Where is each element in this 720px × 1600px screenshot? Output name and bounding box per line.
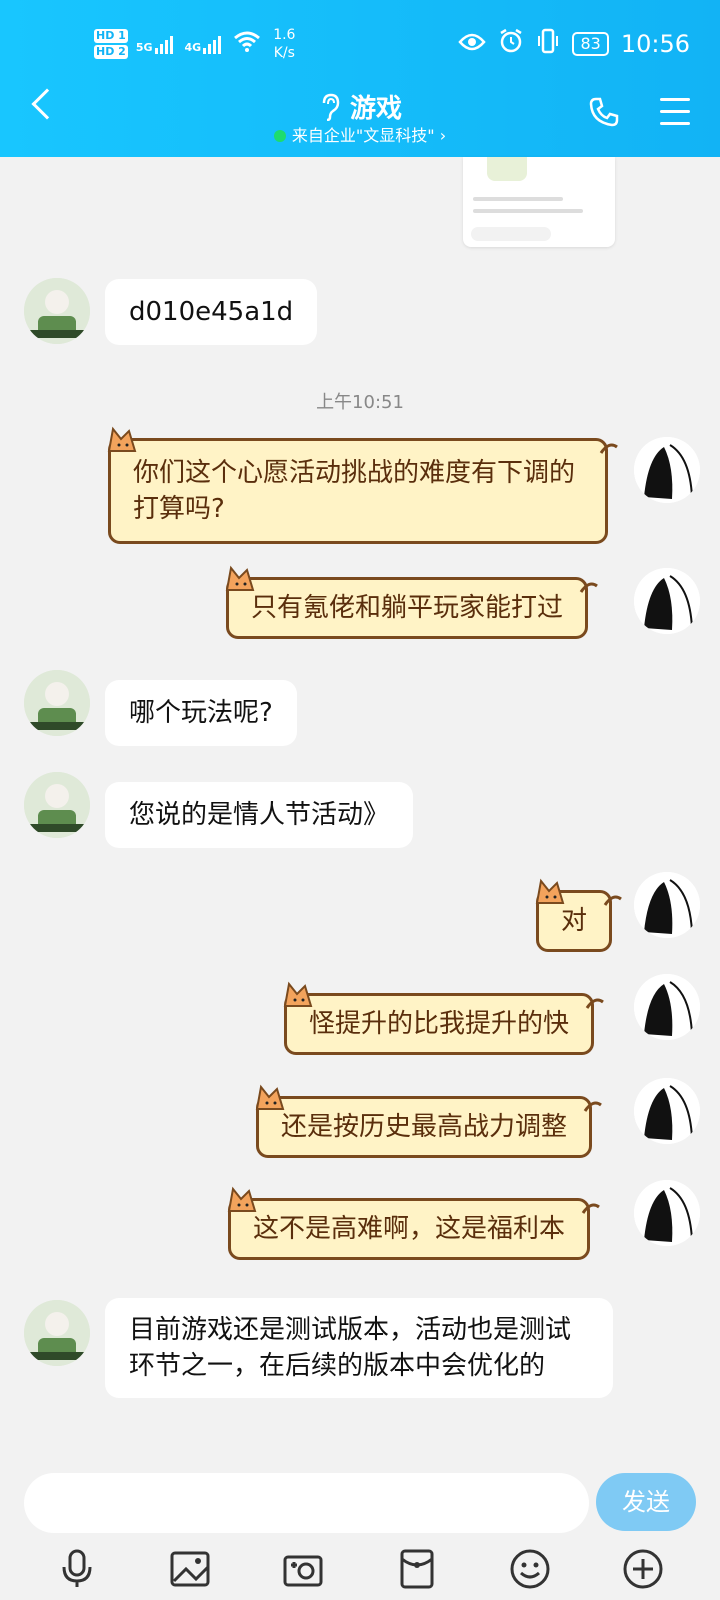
message-text: 这不是高难啊，这是福利本 <box>253 1214 566 1244</box>
status-bar: HD 1 HD 2 5G 4G 1.6 K/s 83 10:56 <box>0 20 720 70</box>
hd2-badge: HD 2 <box>94 45 128 59</box>
chat-title-text: 游戏 <box>349 94 402 124</box>
plus-icon[interactable] <box>621 1547 665 1591</box>
battery-indicator: 83 <box>572 32 609 56</box>
avatar[interactable] <box>634 1078 700 1144</box>
message-bubble[interactable]: 只有氪佬和躺平玩家能打过 <box>225 565 598 639</box>
network-speed: 1.6 K/s <box>273 27 296 61</box>
cat-tail-icon <box>583 1101 602 1112</box>
message-bubble[interactable]: 哪个玩法呢? <box>105 680 297 746</box>
cat-ears-icon <box>535 878 565 904</box>
chat-title: 游戏 <box>318 88 402 125</box>
chat-header: HD 1 HD 2 5G 4G 1.6 K/s 83 10:56 游戏 来自企业… <box>0 0 720 157</box>
hd-indicators: HD 1 HD 2 <box>94 29 128 59</box>
eye-icon <box>458 30 487 58</box>
subtitle-text: 来自企业"文显科技" › <box>291 126 447 145</box>
avatar[interactable] <box>634 1180 700 1246</box>
message-bubble[interactable]: 目前游戏还是测试版本，活动也是测试环节之一，在后续的版本中会优化的 <box>105 1298 613 1398</box>
clock: 10:56 <box>620 30 690 58</box>
avatar[interactable] <box>24 670 90 736</box>
shared-image-thumbnail[interactable] <box>463 157 615 247</box>
online-dot <box>273 130 286 142</box>
message-bubble[interactable]: 你们这个心愿活动挑战的难度有下调的打算吗? <box>107 426 618 544</box>
message-text: 还是按历史最高战力调整 <box>281 1112 568 1142</box>
message-text: 您说的是情人节活动》 <box>129 800 390 830</box>
message-bubble[interactable]: 还是按历史最高战力调整 <box>255 1084 602 1158</box>
avatar[interactable] <box>24 772 90 838</box>
phone-call-icon[interactable] <box>588 96 620 132</box>
signal-5g-icon: 5G <box>136 34 177 54</box>
avatar[interactable] <box>634 568 700 634</box>
avatar[interactable] <box>634 974 700 1040</box>
menu-icon[interactable] <box>660 98 690 134</box>
cat-ears-icon <box>255 1084 285 1110</box>
message-text: 怪提升的比我提升的快 <box>309 1009 570 1039</box>
avatar[interactable] <box>634 872 700 938</box>
cat-ears-icon <box>107 426 137 452</box>
message-text: 你们这个心愿活动挑战的难度有下调的打算吗? <box>133 458 576 524</box>
image-icon[interactable] <box>168 1547 212 1591</box>
message-bubble[interactable]: 您说的是情人节活动》 <box>105 782 414 848</box>
thumbnail-art <box>487 157 527 181</box>
message-text: 对 <box>561 906 588 936</box>
cat-tail-icon <box>585 998 604 1009</box>
cat-ears-icon <box>225 565 255 591</box>
ear-icon <box>322 93 340 121</box>
vibrate-icon <box>536 28 560 60</box>
message-text: 目前游戏还是测试版本，活动也是测试环节之一，在后续的版本中会优化的 <box>129 1315 572 1381</box>
wifi-icon <box>233 30 261 58</box>
red-packet-icon[interactable] <box>395 1547 439 1591</box>
hd1-badge: HD 1 <box>94 29 128 43</box>
message-text: d010e45a1d <box>129 297 294 327</box>
input-bar: 发送 <box>0 1457 720 1600</box>
emoji-icon[interactable] <box>508 1547 552 1591</box>
timestamp: 上午10:51 <box>316 392 404 413</box>
message-text: 哪个玩法呢? <box>129 698 273 728</box>
input-toolbar <box>0 1547 720 1591</box>
cat-tail-icon <box>581 1203 600 1214</box>
cat-tail-icon <box>599 443 618 454</box>
cat-tail-icon <box>603 895 622 906</box>
camera-icon[interactable] <box>281 1547 325 1591</box>
avatar[interactable] <box>24 1300 90 1366</box>
avatar[interactable] <box>634 437 700 503</box>
cat-ears-icon <box>283 981 313 1007</box>
message-bubble[interactable]: 怪提升的比我提升的快 <box>283 981 604 1055</box>
cat-tail-icon <box>579 582 598 593</box>
microphone-icon[interactable] <box>55 1547 99 1591</box>
avatar[interactable] <box>24 278 90 344</box>
alarm-icon <box>498 28 524 60</box>
message-input[interactable] <box>24 1473 589 1533</box>
cat-ears-icon <box>227 1186 257 1212</box>
signal-4g-icon: 4G <box>185 34 226 54</box>
message-bubble[interactable]: d010e45a1d <box>105 279 318 345</box>
send-button[interactable]: 发送 <box>596 1473 696 1531</box>
message-bubble[interactable]: 对 <box>535 878 622 952</box>
message-text: 只有氪佬和躺平玩家能打过 <box>251 593 564 623</box>
message-bubble[interactable]: 这不是高难啊，这是福利本 <box>227 1186 600 1260</box>
